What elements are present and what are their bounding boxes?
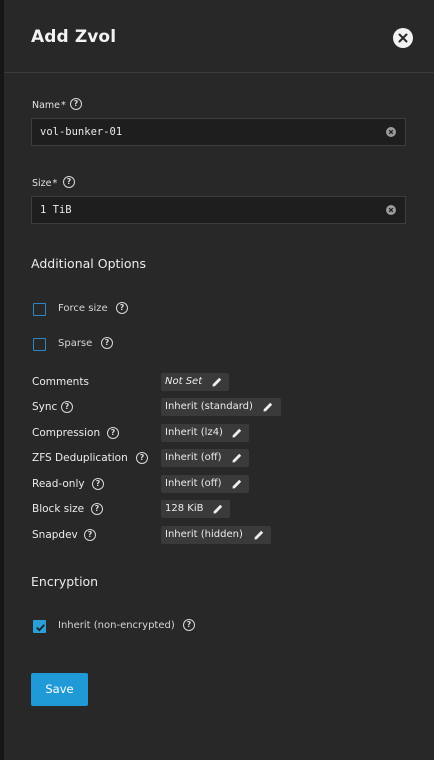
property-label: Sync xyxy=(32,401,58,413)
property-value: Inherit (off) xyxy=(165,452,222,463)
property-value: Inherit (off) xyxy=(165,478,222,489)
sync-help-icon[interactable]: ? xyxy=(61,401,73,413)
force-size-label: Force size xyxy=(58,303,108,314)
snapdev-edit-chip[interactable]: Inherit (hidden) xyxy=(161,526,271,544)
property-label: Snapdev xyxy=(32,529,78,541)
close-icon xyxy=(398,33,408,43)
pencil-icon xyxy=(213,504,223,514)
property-label: Comments xyxy=(32,376,89,388)
size-label-text: Size xyxy=(32,178,52,189)
property-label: ZFS Deduplication xyxy=(32,452,128,464)
size-field[interactable]: 1 TiB xyxy=(31,196,406,224)
pencil-icon xyxy=(263,402,273,412)
sync-edit-chip[interactable]: Inherit (standard) xyxy=(161,398,281,416)
blocksize-edit-chip[interactable]: 128 KiB xyxy=(161,500,230,518)
snapdev-help-icon[interactable]: ? xyxy=(84,529,96,541)
save-button[interactable]: Save xyxy=(31,673,88,706)
property-value: Inherit (standard) xyxy=(165,401,253,412)
encryption-heading: Encryption xyxy=(31,574,99,589)
required-mark: * xyxy=(61,100,66,111)
size-label: Size* xyxy=(32,178,57,189)
sparse-help-icon[interactable]: ? xyxy=(101,337,113,349)
checkmark-icon xyxy=(36,624,45,632)
pencil-icon xyxy=(232,479,242,489)
sparse-checkbox[interactable] xyxy=(33,338,46,351)
additional-options-heading: Additional Options xyxy=(31,256,146,271)
clear-icon[interactable] xyxy=(386,205,396,215)
property-label: Read-only xyxy=(32,478,85,490)
name-help-icon[interactable]: ? xyxy=(70,98,82,110)
clear-icon[interactable] xyxy=(386,127,396,137)
panel-header: Add Zvol xyxy=(4,0,434,73)
required-mark: * xyxy=(52,178,58,189)
property-value: Inherit (hidden) xyxy=(165,529,243,540)
compression-edit-chip[interactable]: Inherit (lz4) xyxy=(161,424,249,442)
pencil-icon xyxy=(232,453,242,463)
add-zvol-panel: Add Zvol Name* ? vol-bunker-01 Size* ? 1… xyxy=(4,0,434,760)
readonly-edit-chip[interactable]: Inherit (off) xyxy=(161,475,249,493)
property-value: Not Set xyxy=(165,376,203,387)
readonly-help-icon[interactable]: ? xyxy=(92,478,104,490)
compression-help-icon[interactable]: ? xyxy=(107,427,119,439)
property-value: Inherit (lz4) xyxy=(165,427,223,438)
name-label-text: Name xyxy=(32,100,61,111)
dedup-edit-chip[interactable]: Inherit (off) xyxy=(161,449,249,467)
page-title: Add Zvol xyxy=(31,27,117,47)
dedup-help-icon[interactable]: ? xyxy=(136,452,148,464)
property-label: Compression xyxy=(32,427,101,439)
pencil-icon xyxy=(254,530,264,540)
force-size-help-icon[interactable]: ? xyxy=(116,302,128,314)
name-label: Name* xyxy=(32,100,66,111)
inherit-encryption-label: Inherit (non-encrypted) xyxy=(58,620,175,631)
property-value: 128 KiB xyxy=(165,503,204,514)
close-button[interactable] xyxy=(393,28,413,48)
pencil-icon xyxy=(232,428,242,438)
force-size-checkbox[interactable] xyxy=(33,303,46,316)
size-help-icon[interactable]: ? xyxy=(63,176,75,188)
name-value: vol-bunker-01 xyxy=(40,126,123,138)
blocksize-help-icon[interactable]: ? xyxy=(91,503,103,515)
encryption-help-icon[interactable]: ? xyxy=(183,619,195,631)
size-value: 1 TiB xyxy=(40,204,72,216)
inherit-encryption-checkbox[interactable] xyxy=(33,620,46,633)
name-field[interactable]: vol-bunker-01 xyxy=(31,118,406,146)
comments-edit-chip[interactable]: Not Set xyxy=(161,373,229,391)
pencil-icon xyxy=(212,377,222,387)
sparse-label: Sparse xyxy=(58,338,93,349)
property-label: Block size xyxy=(32,503,85,515)
